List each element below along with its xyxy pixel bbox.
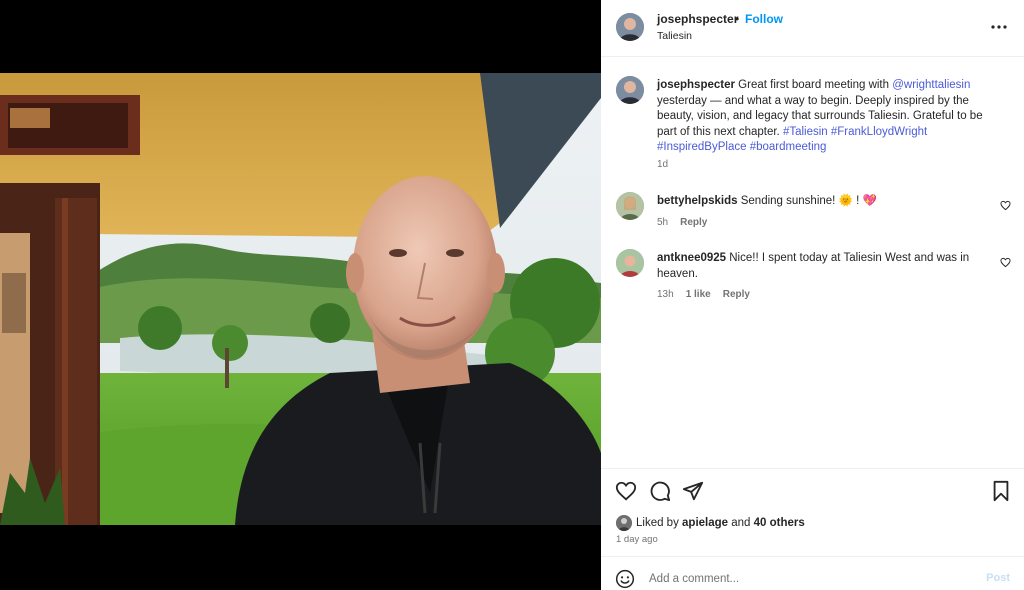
author-username[interactable]: josephspecter	[657, 12, 738, 26]
follow-button[interactable]: Follow	[745, 12, 783, 26]
comment-age[interactable]: 5h	[657, 217, 668, 228]
likes-others-link[interactable]: 40 others	[754, 517, 805, 529]
caption-meta: 1d	[657, 159, 680, 170]
post-side-panel: josephspecter • Follow Taliesin josephsp…	[601, 0, 1024, 590]
comment-likes-count[interactable]: 1 like	[686, 289, 711, 300]
author-avatar[interactable]	[616, 13, 644, 41]
comment-username[interactable]: bettyhelpskids	[657, 195, 738, 207]
likes-conjunction: and	[728, 517, 754, 529]
comments-section: josephspecter Great first board meeting …	[601, 58, 1024, 468]
post-location[interactable]: Taliesin	[657, 30, 692, 42]
comment-body: Sending sunshine! 🌞 ! 💖	[737, 195, 877, 207]
caption-author-avatar[interactable]	[616, 76, 644, 104]
selfie-image	[0, 73, 601, 525]
post-media[interactable]	[0, 0, 601, 590]
comment-avatar[interactable]	[616, 192, 644, 220]
post-header: josephspecter • Follow Taliesin	[601, 0, 1024, 57]
comment-meta: 5h Reply	[657, 217, 719, 228]
reply-button[interactable]: Reply	[680, 217, 707, 228]
hashtag-link[interactable]: #Taliesin	[783, 126, 828, 138]
emoji-icon[interactable]	[615, 569, 635, 589]
comment-avatar[interactable]	[616, 249, 644, 277]
liker-avatar[interactable]	[616, 515, 632, 531]
comment-age[interactable]: 13h	[657, 289, 674, 300]
more-options-icon[interactable]	[990, 18, 1008, 36]
caption-text: josephspecter Great first board meeting …	[657, 78, 997, 156]
bookmark-icon[interactable]	[990, 480, 1012, 502]
comment-input[interactable]	[649, 569, 969, 589]
action-bar: Liked by apielage and 40 others 1 day ag…	[601, 468, 1024, 556]
comment-icon[interactable]	[649, 480, 671, 502]
post-date[interactable]: 1 day ago	[616, 534, 658, 545]
reply-button[interactable]: Reply	[723, 289, 750, 300]
caption-age[interactable]: 1d	[657, 159, 668, 170]
comment-text: bettyhelpskids Sending sunshine! 🌞 ! 💖	[657, 194, 997, 210]
comment-like-heart-icon[interactable]	[1000, 200, 1011, 211]
add-comment-bar: Post	[601, 556, 1024, 590]
hashtag-link[interactable]: #InspiredByPlace	[657, 141, 747, 153]
hashtag-link[interactable]: #boardmeeting	[750, 141, 827, 153]
post-comment-button[interactable]: Post	[986, 572, 1010, 584]
heart-icon[interactable]	[615, 480, 637, 502]
likes-summary: Liked by apielage and 40 others	[636, 517, 805, 529]
caption-username[interactable]: josephspecter	[657, 79, 735, 91]
share-icon[interactable]	[682, 480, 704, 502]
likes-prefix: Liked by	[636, 517, 683, 529]
comment-text: antknee0925 Nice!! I spent today at Tali…	[657, 251, 997, 282]
comment-username[interactable]: antknee0925	[657, 252, 726, 264]
hashtag-link[interactable]: #FrankLloydWright	[831, 126, 927, 138]
comment-meta: 13h 1 like Reply	[657, 289, 762, 300]
separator-dot: •	[735, 12, 740, 26]
caption-body-part-1: Great first board meeting with	[734, 79, 893, 91]
post-photo[interactable]	[0, 73, 601, 525]
first-liker-link[interactable]: apielage	[682, 517, 728, 529]
comment-like-heart-icon[interactable]	[1000, 257, 1011, 268]
mention-link[interactable]: @wrighttaliesin	[892, 79, 970, 91]
